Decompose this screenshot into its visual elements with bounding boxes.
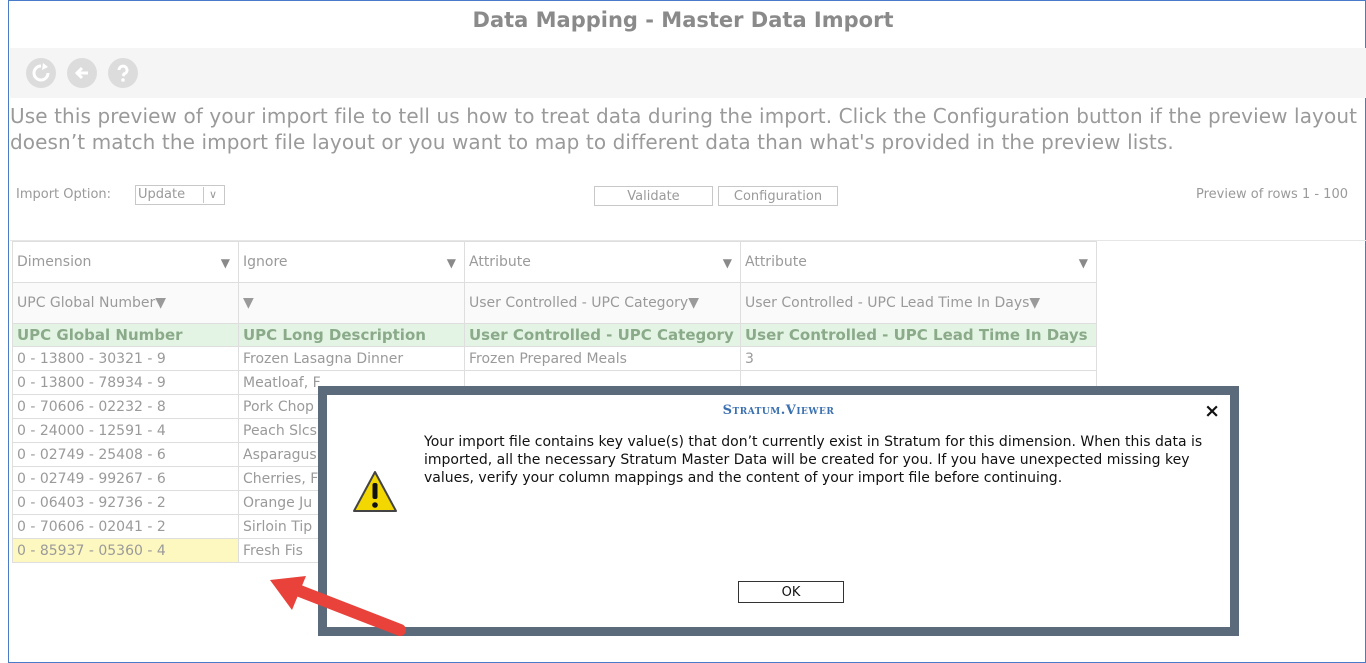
table-cell: 0 - 13800 - 30321 - 9 [12,346,239,371]
header-row: UPC Global Number UPC Long Description U… [12,323,1097,347]
dialog-message: Your import file contains key value(s) t… [424,434,1203,486]
back-icon[interactable] [67,58,97,88]
column-type-dropdown[interactable]: Attribute ▼ [464,241,741,283]
table-cell: Frozen Prepared Meals [464,346,741,371]
page-title: Data Mapping - Master Data Import [472,8,894,32]
column-mapping-dropdown[interactable]: User Controlled - UPC Lead Time In Days▼ [740,282,1097,324]
table-cell: 0 - 70606 - 02232 - 8 [12,394,239,419]
configuration-button[interactable]: Configuration [718,186,838,206]
left-border [0,0,9,663]
column-mapping-dropdown[interactable]: User Controlled - UPC Category▼ [464,282,741,324]
help-icon[interactable] [108,58,138,88]
column-mapping-row: UPC Global Number▼ ▼ User Controlled - U… [12,282,1097,324]
column-type-dropdown[interactable]: Dimension ▼ [12,241,239,283]
column-type-dropdown[interactable]: Ignore ▼ [238,241,465,283]
table-row: 0 - 13800 - 30321 - 9 Frozen Lasagna Din… [12,346,1097,371]
table-cell: Frozen Lasagna Dinner [238,346,465,371]
import-option-value: Update [138,187,186,202]
column-header: User Controlled - UPC Lead Time In Days [740,323,1097,347]
column-type-dropdown[interactable]: Attribute ▼ [740,241,1097,283]
chevron-down-icon[interactable]: ∨ [203,187,222,203]
column-header: User Controlled - UPC Category [464,323,741,347]
table-cell: 0 - 24000 - 12591 - 4 [12,418,239,443]
dialog-title: Stratum.Viewer [722,403,835,418]
table-cell: 0 - 13800 - 78934 - 9 [12,370,239,395]
column-header: UPC Long Description [238,323,465,347]
column-mapping-dropdown[interactable]: UPC Global Number▼ [12,282,239,324]
import-option-label: Import Option: [16,187,112,202]
warning-icon [351,469,399,519]
column-header: UPC Global Number [12,323,239,347]
preview-rows-text: Preview of rows 1 - 100 [1196,187,1348,202]
table-cell: 3 [740,346,1097,371]
table-cell: 0 - 02749 - 99267 - 6 [12,466,239,491]
highlighted-cell: 0 - 85937 - 05360 - 4 [12,538,239,563]
validate-button[interactable]: Validate [594,186,713,206]
toolbar [10,48,1366,98]
refresh-icon[interactable] [26,58,56,88]
message-dialog: Stratum.Viewer × Your import file contai… [318,386,1239,636]
close-icon[interactable]: × [1204,400,1220,422]
red-arrow-annotation [270,576,406,636]
import-option-select[interactable]: Update ∨ [135,185,225,205]
table-cell: 0 - 70606 - 02041 - 2 [12,514,239,539]
column-mapping-dropdown[interactable]: ▼ [238,282,465,324]
intro-text: Use this preview of your import file to … [10,104,1358,154]
table-cell: 0 - 02749 - 25408 - 6 [12,442,239,467]
table-cell: 0 - 06403 - 92736 - 2 [12,490,239,515]
ok-button[interactable]: OK [738,581,844,603]
column-type-row: Dimension ▼ Ignore ▼ Attribute ▼ Attribute ▼ [12,241,1097,283]
